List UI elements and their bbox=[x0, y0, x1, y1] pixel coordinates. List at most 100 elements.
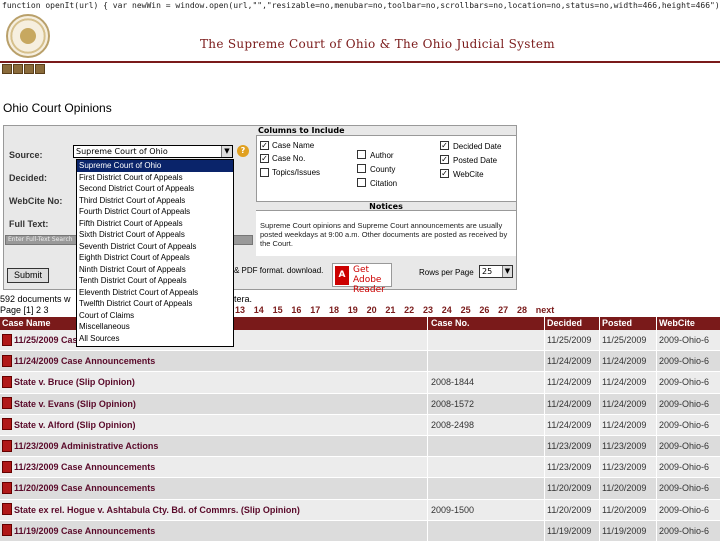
pdf-icon[interactable] bbox=[2, 354, 12, 367]
dropdown-option[interactable]: Miscellaneous bbox=[77, 321, 233, 333]
case-name-link[interactable]: State v. Alford (Slip Opinion) bbox=[14, 420, 136, 430]
next-page-link[interactable]: next bbox=[536, 305, 555, 315]
pdf-icon[interactable] bbox=[2, 460, 12, 473]
page-link[interactable]: 27 bbox=[498, 305, 517, 315]
pdf-icon[interactable] bbox=[2, 418, 12, 431]
page-link[interactable]: 22 bbox=[404, 305, 423, 315]
case-name-cell[interactable]: 11/20/2009 Case Announcements bbox=[0, 478, 428, 499]
case-name-cell[interactable]: 11/24/2009 Case Announcements bbox=[0, 351, 428, 372]
pdf-icon[interactable] bbox=[2, 524, 12, 537]
dropdown-option[interactable]: Sixth District Court of Appeals bbox=[77, 229, 233, 241]
dropdown-option[interactable]: Eighth District Court of Appeals bbox=[77, 252, 233, 264]
table-row: State v. Alford (Slip Opinion) 2008-2498 1… bbox=[0, 414, 720, 436]
adobe-reader-label: Get Adobe Reader bbox=[353, 265, 385, 295]
page-link[interactable]: 21 bbox=[385, 305, 404, 315]
source-dropdown-list[interactable]: Supreme Court of Ohio First District Cou… bbox=[76, 159, 234, 347]
pagination: 13 14 15 16 17 18 19 20 21 22 23 24 25 2… bbox=[235, 305, 555, 315]
case-name-link[interactable]: 11/23/2009 Case Announcements bbox=[14, 462, 155, 472]
page-link[interactable]: 26 bbox=[479, 305, 498, 315]
pdf-icon[interactable] bbox=[2, 397, 12, 410]
dropdown-option[interactable]: Fifth District Court of Appeals bbox=[77, 218, 233, 230]
checkbox-decided-date[interactable]: ✓ bbox=[440, 141, 449, 150]
checkbox-county[interactable] bbox=[357, 164, 366, 173]
toolbar-icon-1[interactable] bbox=[2, 64, 12, 74]
pager-label: Page [1] 2 3 bbox=[0, 305, 49, 315]
case-name-cell[interactable]: State v. Bruce (Slip Opinion) bbox=[0, 372, 428, 393]
case-no-cell bbox=[428, 457, 545, 478]
checkbox-case-no[interactable]: ✓ bbox=[260, 154, 269, 163]
header-case-no[interactable]: Case No. bbox=[428, 317, 545, 330]
rows-per-page-select[interactable]: 25 ▼ bbox=[479, 265, 513, 278]
checkbox-posted-date[interactable]: ✓ bbox=[440, 155, 449, 164]
dropdown-option[interactable]: Court of Claims bbox=[77, 310, 233, 322]
header-webcite[interactable]: WebCite bbox=[657, 317, 720, 330]
page-link[interactable]: 23 bbox=[423, 305, 442, 315]
case-name-link[interactable]: State ex rel. Hogue v. Ashtabula Cty. Bd… bbox=[14, 505, 300, 515]
page-link[interactable]: 18 bbox=[329, 305, 348, 315]
toolbar-icon-2[interactable] bbox=[13, 64, 23, 74]
pdf-icon[interactable] bbox=[2, 481, 12, 494]
toolbar-icon-3[interactable] bbox=[24, 64, 34, 74]
page-link[interactable]: 17 bbox=[310, 305, 329, 315]
pdf-icon[interactable] bbox=[2, 333, 12, 346]
checkbox-label: Citation bbox=[370, 179, 398, 188]
page-link[interactable]: 16 bbox=[291, 305, 310, 315]
checkbox-citation[interactable] bbox=[357, 178, 366, 187]
page-link[interactable]: 15 bbox=[273, 305, 292, 315]
case-name-cell[interactable]: 11/19/2009 Case Announcements bbox=[0, 520, 428, 541]
checkbox-webcite[interactable]: ✓ bbox=[440, 169, 449, 178]
case-name-link[interactable]: State v. Evans (Slip Opinion) bbox=[14, 399, 136, 409]
checkbox-author[interactable] bbox=[357, 150, 366, 159]
dropdown-option[interactable]: Fourth District Court of Appeals bbox=[77, 206, 233, 218]
dropdown-option[interactable]: Tenth District Court of Appeals bbox=[77, 275, 233, 287]
chevron-down-icon[interactable]: ▼ bbox=[502, 266, 512, 277]
header-posted[interactable]: Posted bbox=[600, 317, 657, 330]
checkbox-topics[interactable] bbox=[260, 168, 269, 177]
case-name-link[interactable]: 11/19/2009 Case Announcements bbox=[14, 526, 155, 536]
page-link[interactable]: 14 bbox=[254, 305, 273, 315]
dropdown-option[interactable]: Second District Court of Appeals bbox=[77, 183, 233, 195]
pdf-icon[interactable] bbox=[2, 376, 12, 388]
page-link[interactable]: 25 bbox=[461, 305, 480, 315]
webcite-label: WebCite No: bbox=[9, 196, 63, 206]
dropdown-option[interactable]: Supreme Court of Ohio bbox=[77, 160, 233, 172]
case-name-link[interactable]: 11/24/2009 Case Announcements bbox=[14, 356, 155, 366]
case-name-link[interactable]: 11/23/2009 Administrative Actions bbox=[14, 441, 158, 451]
page-link[interactable]: 13 bbox=[235, 305, 254, 315]
case-name-cell[interactable]: State v. Evans (Slip Opinion) bbox=[0, 393, 428, 414]
pdf-icon[interactable] bbox=[2, 439, 12, 452]
case-name-cell[interactable]: State ex rel. Hogue v. Ashtabula Cty. Bd… bbox=[0, 499, 428, 520]
dropdown-option[interactable]: Eleventh District Court of Appeals bbox=[77, 287, 233, 299]
dropdown-option[interactable]: All Sources bbox=[77, 333, 233, 345]
case-name-cell[interactable]: State v. Alford (Slip Opinion) bbox=[0, 414, 428, 435]
columns-heading: Columns to Include bbox=[256, 126, 516, 136]
chevron-down-icon[interactable]: ▼ bbox=[221, 146, 232, 157]
checkbox-label: Author bbox=[370, 151, 394, 160]
pdf-format-note: & PDF format. download. bbox=[234, 266, 324, 275]
case-name-cell[interactable]: 11/23/2009 Administrative Actions bbox=[0, 435, 428, 457]
ohio-seal-logo[interactable] bbox=[6, 14, 50, 58]
source-select[interactable]: Supreme Court of Ohio ▼ bbox=[73, 145, 233, 158]
page-link[interactable]: 24 bbox=[442, 305, 461, 315]
adobe-reader-button[interactable]: A Get Adobe Reader bbox=[332, 263, 392, 295]
toolbar-icon-4[interactable] bbox=[35, 64, 45, 74]
dropdown-option[interactable]: Ninth District Court of Appeals bbox=[77, 264, 233, 276]
case-name-link[interactable]: 11/20/2009 Case Announcements bbox=[14, 483, 155, 493]
page-link[interactable]: 20 bbox=[367, 305, 386, 315]
dropdown-option[interactable]: Third District Court of Appeals bbox=[77, 195, 233, 207]
decided-label: Decided: bbox=[9, 173, 48, 183]
case-name-cell[interactable]: 11/23/2009 Case Announcements bbox=[0, 457, 428, 478]
submit-button[interactable]: Submit bbox=[7, 268, 49, 283]
checkbox-case-name[interactable]: ✓ bbox=[260, 141, 269, 150]
case-name-link[interactable]: State v. Bruce (Slip Opinion) bbox=[14, 377, 135, 387]
page-link[interactable]: 28 bbox=[517, 305, 536, 315]
help-icon[interactable]: ? bbox=[237, 145, 249, 157]
pdf-icon[interactable] bbox=[2, 503, 12, 516]
dropdown-option[interactable]: Twelfth District Court of Appeals bbox=[77, 298, 233, 310]
dropdown-option[interactable]: First District Court of Appeals bbox=[77, 172, 233, 184]
dropdown-option[interactable]: Seventh District Court of Appeals bbox=[77, 241, 233, 253]
case-no-cell bbox=[428, 351, 545, 372]
header-decided[interactable]: Decided bbox=[545, 317, 600, 330]
source-label: Source: bbox=[9, 150, 43, 160]
page-link[interactable]: 19 bbox=[348, 305, 367, 315]
